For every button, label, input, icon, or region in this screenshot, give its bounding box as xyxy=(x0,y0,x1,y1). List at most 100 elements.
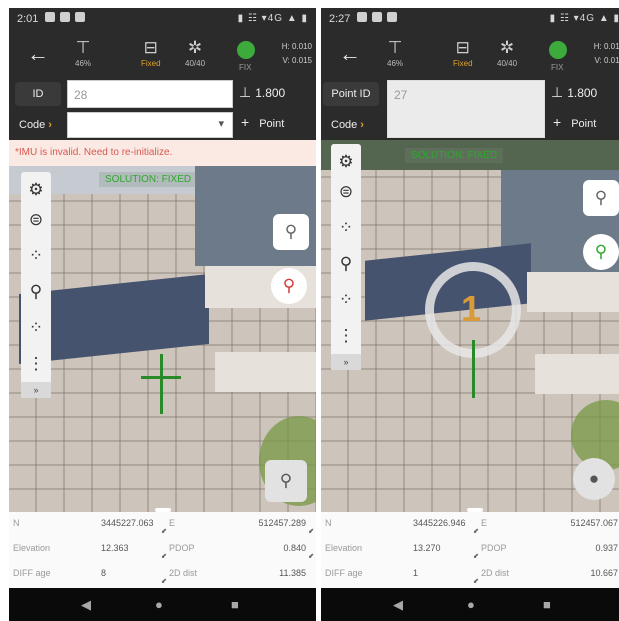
diff-age-value: 1 xyxy=(413,568,419,578)
datum-percentage: 46% xyxy=(387,59,404,68)
point-id-label[interactable]: Point ID xyxy=(323,82,379,106)
lock-icon: ⊟ xyxy=(455,38,470,57)
satellite-icon: ✲ xyxy=(187,38,203,57)
info-row: DIFF age 1 ⬋ 2D dist 10.667 xyxy=(321,562,619,586)
pdop-value: 0.937 xyxy=(595,543,618,553)
more-options-icon[interactable]: ⋮ xyxy=(331,318,361,354)
satellite-status[interactable]: ✲ 40/40 xyxy=(185,38,205,68)
antenna-height[interactable]: ⊥ 1.800 xyxy=(551,84,597,101)
2d-dist-label: 2D dist xyxy=(481,568,510,578)
list-menu-icon[interactable]: ⊜ xyxy=(21,202,51,238)
rtk-label: Fixed xyxy=(453,59,473,68)
pdop-label: PDOP xyxy=(169,543,195,553)
stakeout-pin-icon[interactable]: ⚲ xyxy=(21,274,51,310)
pin-small-icon[interactable]: ⬋ xyxy=(161,552,167,560)
nav-recent-icon[interactable]: ■ xyxy=(543,597,551,612)
android-nav-bar: ◀ ● ■ xyxy=(321,588,619,621)
2d-dist-label: 2D dist xyxy=(169,568,198,578)
h-precision: H: 0.010 xyxy=(593,42,619,51)
back-arrow-icon[interactable]: ← xyxy=(27,42,49,66)
2d-dist-value: 10.667 xyxy=(590,568,618,578)
location-pin-button[interactable]: ⚲ xyxy=(583,180,619,216)
pin-small-icon[interactable]: ⬋ xyxy=(308,552,314,560)
status-time: 2:27 xyxy=(329,13,351,25)
settings-gear-icon[interactable]: ⚙ xyxy=(331,144,361,174)
connect-points-icon[interactable]: ⁘ xyxy=(21,310,51,346)
point-id-input[interactable]: 28 xyxy=(67,80,233,108)
pdop-value: 0.840 xyxy=(283,543,306,553)
nav-back-icon[interactable]: ◀ xyxy=(81,597,91,613)
status-indicators: ▮ ☷ ▾4G ▲ ▮ xyxy=(237,13,308,24)
code-label-text: Code xyxy=(19,119,46,131)
easting-label: E xyxy=(481,518,488,528)
v-precision: V: 0.015 xyxy=(594,56,619,65)
satellite-status[interactable]: ✲ 40/40 xyxy=(497,38,517,68)
survey-pin-button[interactable]: ⚲ xyxy=(583,234,619,270)
stakeout-pin-icon[interactable]: ⚲ xyxy=(331,246,361,282)
pin-small-icon[interactable]: ⬋ xyxy=(473,577,479,585)
list-menu-icon[interactable]: ⊜ xyxy=(331,174,361,210)
point-button[interactable]: + Point xyxy=(241,114,284,130)
lock-icon: ⊟ xyxy=(143,38,158,57)
v-precision: V: 0.015 xyxy=(282,56,312,65)
connect-points-icon[interactable]: ⁘ xyxy=(331,282,361,318)
fix-status-icon[interactable] xyxy=(237,41,255,59)
plus-icon: + xyxy=(241,114,250,130)
elevation-label: Elevation xyxy=(13,543,51,553)
rtk-status[interactable]: ⊟ Fixed xyxy=(453,38,473,68)
info-row: N 3445227.063 ⬋ E 512457.289 ⬋ xyxy=(9,512,316,536)
northing-label: N xyxy=(325,518,332,528)
fix-label: FIX xyxy=(551,63,564,72)
pin-small-icon[interactable]: ⬋ xyxy=(473,552,479,560)
more-options-icon[interactable]: ⋮ xyxy=(21,346,51,382)
info-row: DIFF age 8 ⬋ 2D dist 11.385 xyxy=(9,562,316,586)
settings-gear-icon[interactable]: ⚙ xyxy=(21,172,51,202)
pin-small-icon[interactable]: ⬋ xyxy=(473,527,479,535)
nav-home-icon[interactable]: ● xyxy=(155,597,163,612)
pin-small-icon[interactable]: ⬋ xyxy=(161,577,167,585)
info-row: N 3445226.946 ⬋ E 512457.067 ⬋ xyxy=(321,512,619,536)
scatter-points-icon[interactable]: ⁘ xyxy=(331,210,361,246)
pole-status[interactable]: ⊤ 46% xyxy=(75,38,91,68)
point-input-row: ID 28 ⊥ 1.800 Code › ▾ + Point xyxy=(9,78,316,140)
easting-value: 512457.067 xyxy=(570,518,618,528)
point-input-row: Point ID 27 ⊥ 1.800 Code › + Point xyxy=(321,78,619,140)
pdop-label: PDOP xyxy=(481,543,507,553)
crosshair-vertical xyxy=(160,354,163,414)
point-id-input[interactable]: 27 xyxy=(387,80,545,138)
fix-status-icon[interactable] xyxy=(549,41,567,59)
back-arrow-icon[interactable]: ← xyxy=(339,42,361,66)
pole-status[interactable]: ⊤ 46% xyxy=(387,38,403,68)
point-button[interactable]: + Point xyxy=(553,114,596,130)
coordinate-panel: N 3445226.946 ⬋ E 512457.067 ⬋ Elevation… xyxy=(321,512,619,588)
code-label-text: Code xyxy=(331,119,358,131)
nav-recent-icon[interactable]: ■ xyxy=(231,597,239,612)
antenna-height[interactable]: ⊥ 1.800 xyxy=(239,84,285,101)
pin-small-icon[interactable]: ⬋ xyxy=(161,527,167,535)
nav-home-icon[interactable]: ● xyxy=(467,597,475,612)
survey-pin-button[interactable]: ⚲ xyxy=(271,268,307,304)
plus-icon: + xyxy=(553,114,562,130)
code-dropdown[interactable]: ▾ xyxy=(67,112,233,138)
collapse-icon[interactable]: » xyxy=(21,382,51,398)
point-id-label[interactable]: ID xyxy=(15,82,61,106)
camera-view[interactable]: SOLUTION: FIXED ⚙ ⊜ ⁘ ⚲ ⁘ ⋮ » ⚲ ⚲ 1 ● xyxy=(321,140,619,512)
camera-view[interactable]: SOLUTION: FIXED ⚙ ⊜ ⁘ ⚲ ⁘ ⋮ » ⚲ ⚲ ⚲ xyxy=(9,166,316,512)
code-label[interactable]: Code › xyxy=(327,114,379,136)
antenna-height-value: 1.800 xyxy=(255,86,286,100)
ledge xyxy=(527,272,619,312)
ledge xyxy=(535,354,619,394)
collapse-icon[interactable]: » xyxy=(331,354,361,370)
code-label[interactable]: Code › xyxy=(15,114,67,136)
rtk-status[interactable]: ⊟ Fixed xyxy=(141,38,161,68)
scatter-points-icon[interactable]: ⁘ xyxy=(21,238,51,274)
easting-value: 512457.289 xyxy=(258,518,306,528)
location-pin-button[interactable]: ⚲ xyxy=(273,214,309,250)
camera-capture-button[interactable]: ⚲ xyxy=(265,460,307,502)
pin-small-icon[interactable]: ⬋ xyxy=(308,527,314,535)
diff-age-label: DIFF age xyxy=(325,568,363,578)
camera-capture-button[interactable]: ● xyxy=(573,458,615,500)
antenna-icon: ⊥ xyxy=(239,84,252,100)
nav-back-icon[interactable]: ◀ xyxy=(393,597,403,613)
side-toolbar: ⚙ ⊜ ⁘ ⚲ ⁘ ⋮ » xyxy=(331,144,361,370)
